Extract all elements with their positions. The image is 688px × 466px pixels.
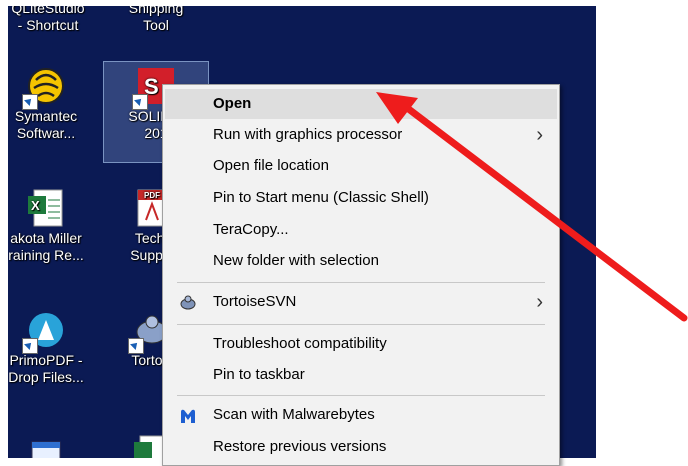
menu-item-pin-to-start-menu[interactable]: Pin to Start menu (Classic Shell) (165, 183, 557, 213)
window-app-icon (26, 438, 66, 458)
tortoisesvn-icon (179, 293, 197, 311)
menu-item-pin-to-taskbar[interactable]: Pin to taskbar (165, 360, 557, 390)
menu-item-label: New folder with selection (213, 252, 379, 269)
primopdf-icon (22, 310, 66, 354)
desktop-icon-label: PrimoPDF - Drop Files... (8, 352, 84, 385)
menu-item-label: Open (213, 95, 252, 112)
menu-separator (177, 324, 545, 325)
menu-item-run-with-graphics-processor[interactable]: Run with graphics processor › (165, 120, 557, 150)
desktop-icon-label: Snipping Tool (128, 6, 184, 33)
chevron-right-icon: › (536, 124, 543, 146)
menu-item-tortoisesvn[interactable]: TortoiseSVN › (165, 287, 557, 317)
menu-item-label: Pin to Start menu (Classic Shell) (213, 189, 429, 206)
desktop-icon-window[interactable] (8, 438, 94, 458)
desktop-icon-symantec[interactable]: Symantec Softwar... (8, 66, 94, 142)
desktop-icon-snipping-tool[interactable]: Snipping Tool (108, 6, 204, 34)
shortcut-arrow-icon (132, 94, 148, 110)
shortcut-arrow-icon (22, 94, 38, 110)
menu-item-label: TeraCopy... (213, 221, 289, 238)
malwarebytes-icon (179, 406, 197, 424)
svg-text:PDF: PDF (144, 191, 160, 200)
menu-item-label: TortoiseSVN (213, 293, 297, 310)
menu-item-label: Troubleshoot compatibility (213, 335, 387, 352)
menu-item-open-file-location[interactable]: Open file location (165, 151, 557, 181)
menu-item-open[interactable]: Open (165, 89, 557, 119)
shortcut-arrow-icon (22, 338, 38, 354)
menu-separator (177, 395, 545, 396)
menu-item-label: Run with graphics processor (213, 126, 403, 143)
symantec-icon (22, 66, 66, 110)
desktop-icon-dakota-miller[interactable]: X akota Miller raining Re... (8, 188, 94, 264)
shortcut-arrow-icon (128, 338, 144, 354)
menu-item-label: Open file location (213, 157, 329, 174)
chevron-right-icon: › (536, 291, 543, 313)
menu-item-teracopy[interactable]: TeraCopy... (165, 215, 557, 245)
desktop-icon-primopdf[interactable]: PrimoPDF - Drop Files... (8, 310, 94, 386)
menu-item-troubleshoot-compatibility[interactable]: Troubleshoot compatibility (165, 329, 557, 359)
desktop-icon-label: akota Miller raining Re... (8, 230, 84, 263)
desktop-icon-label: QLiteStudio - Shortcut (11, 6, 85, 33)
excel-file-icon: X (26, 188, 66, 228)
menu-item-scan-with-malwarebytes[interactable]: Scan with Malwarebytes (165, 400, 557, 430)
menu-separator (177, 282, 545, 283)
menu-item-new-folder-with-selection[interactable]: New folder with selection (165, 246, 557, 276)
svg-text:X: X (31, 198, 40, 213)
context-menu: Open Run with graphics processor › Open … (162, 84, 560, 466)
desktop-icon-sqlitestudio[interactable]: QLiteStudio - Shortcut (8, 6, 96, 34)
menu-item-label: Scan with Malwarebytes (213, 406, 375, 423)
menu-item-label: Pin to taskbar (213, 366, 305, 383)
desktop-icon-label: Symantec Softwar... (14, 108, 78, 141)
